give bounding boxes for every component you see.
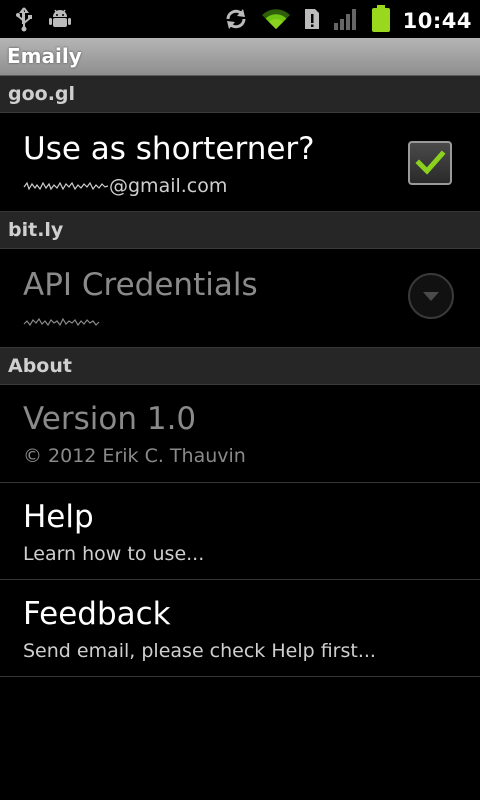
pref-summary: Send email, please check Help first... <box>23 640 376 662</box>
sim-alert-icon <box>303 7 321 35</box>
pref-api-credentials[interactable]: API Credentials <box>0 249 480 348</box>
android-debug-icon <box>48 7 72 35</box>
app-title: Emaily <box>7 44 82 68</box>
app-title-bar: Emaily <box>0 38 480 76</box>
shortener-checkbox[interactable] <box>408 141 452 185</box>
pref-summary: © 2012 Erik C. Thauvin <box>23 445 246 467</box>
pref-title: Use as shorterner? <box>23 131 315 167</box>
category-header-bitly: bit.ly <box>0 212 480 249</box>
pref-version: Version 1.0 © 2012 Erik C. Thauvin <box>0 385 480 483</box>
pref-use-as-shortener[interactable]: Use as shorterner? @gmail.com <box>0 113 480 212</box>
credentials-dropdown-button[interactable] <box>408 273 454 319</box>
pref-summary <box>23 311 101 334</box>
pref-title: Feedback <box>23 596 171 632</box>
status-left-icons <box>14 6 72 36</box>
usb-icon <box>14 6 34 36</box>
redacted-email-local-part <box>23 176 109 198</box>
pref-summary: Learn how to use... <box>23 543 205 565</box>
pref-feedback[interactable]: Feedback Send email, please check Help f… <box>0 580 480 677</box>
sync-icon <box>223 6 249 36</box>
redacted-credentials <box>23 312 101 334</box>
pref-summary: @gmail.com <box>23 175 227 198</box>
pref-title: Help <box>23 499 94 535</box>
status-bar: 10:44 <box>0 0 480 38</box>
chevron-down-icon <box>423 292 439 301</box>
checkmark-icon <box>415 150 446 175</box>
pref-help[interactable]: Help Learn how to use... <box>0 483 480 580</box>
category-header-googl: goo.gl <box>0 76 480 113</box>
wifi-icon <box>261 7 291 35</box>
status-right-icons: 10:44 <box>223 5 472 37</box>
status-clock: 10:44 <box>402 9 472 33</box>
email-domain: @gmail.com <box>109 175 228 197</box>
preferences-list: goo.gl Use as shorterner? @gmail.com bit… <box>0 76 480 677</box>
category-header-about: About <box>0 348 480 385</box>
pref-title: Version 1.0 <box>23 401 197 437</box>
pref-title: API Credentials <box>23 267 258 303</box>
signal-icon <box>333 7 359 35</box>
battery-icon <box>371 5 391 37</box>
